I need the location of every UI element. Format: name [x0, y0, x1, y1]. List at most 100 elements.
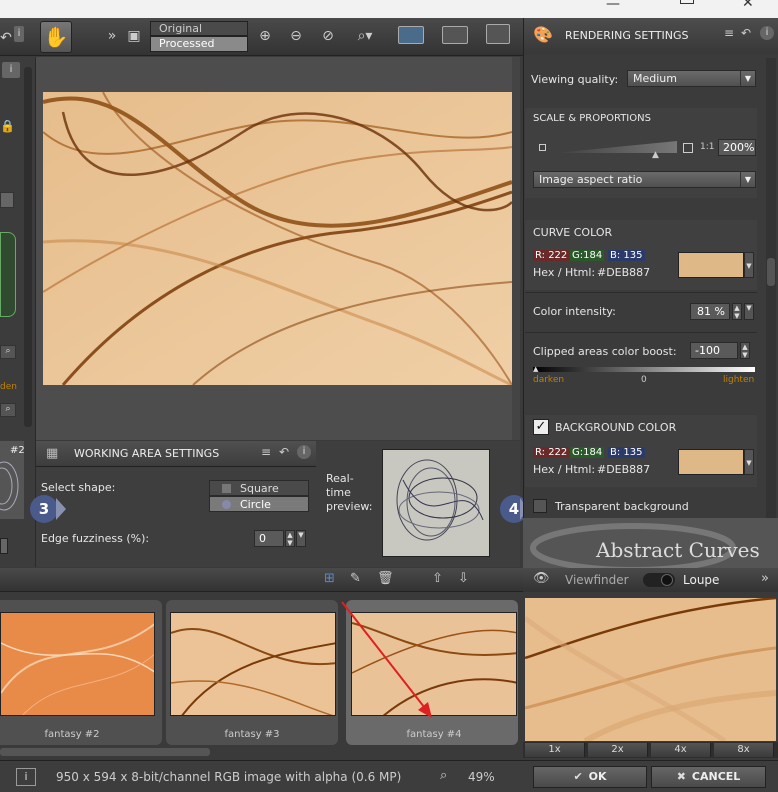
- clip-mid-label: 0: [641, 375, 647, 385]
- rendering-reset-icon[interactable]: ↶: [741, 26, 751, 40]
- curve-color-dropdown[interactable]: ▼: [744, 252, 754, 278]
- clip-min-label: darken: [533, 375, 565, 385]
- fullscreen-icon[interactable]: [442, 26, 468, 44]
- window-titlebar: — ✕: [0, 0, 778, 18]
- fuzziness-dropdown[interactable]: ▼: [296, 530, 306, 547]
- transparent-checkbox[interactable]: [533, 499, 547, 513]
- palette-icon: 🎨: [533, 25, 553, 44]
- image-icon[interactable]: ▣: [122, 24, 146, 48]
- zoom-in-icon[interactable]: ⊕: [253, 24, 277, 48]
- download-icon[interactable]: ⇩: [458, 571, 469, 586]
- bg-r-value: R: 222: [533, 447, 570, 458]
- curve-color-swatch[interactable]: [678, 252, 744, 278]
- left-info-icon[interactable]: i: [2, 62, 20, 78]
- rendering-scrollbar[interactable]: [766, 58, 776, 518]
- working-info-icon[interactable]: i: [297, 445, 311, 459]
- clip-field[interactable]: -100: [690, 342, 738, 359]
- zoom-menu-icon[interactable]: ⌕▾: [350, 24, 380, 48]
- more-tools-icon[interactable]: »: [100, 24, 124, 48]
- viewfinder-label[interactable]: Viewfinder: [565, 573, 629, 587]
- clip-stepper[interactable]: ▲ ▼: [740, 342, 750, 359]
- step-badge-3: 3: [30, 495, 58, 523]
- viewfinder-image[interactable]: [525, 598, 776, 741]
- reset-icon[interactable]: ↶: [279, 445, 289, 459]
- zoom-4x-button[interactable]: 4x: [651, 743, 711, 757]
- viewing-quality-label: Viewing quality:: [531, 73, 619, 86]
- menu-icon[interactable]: ≡: [261, 445, 271, 459]
- bg-color-checkbox[interactable]: ✓: [533, 419, 549, 435]
- preset-thumb-image[interactable]: [170, 612, 336, 716]
- viewfinder-more[interactable]: »: [761, 571, 769, 586]
- zoom-icon: ⌕: [440, 768, 448, 783]
- viewfinder-toggle[interactable]: [643, 573, 675, 587]
- info-icon[interactable]: i: [14, 26, 24, 42]
- zoom-8x-button[interactable]: 8x: [714, 743, 774, 757]
- fuzziness-stepper[interactable]: ▲ ▼: [285, 530, 295, 547]
- zoom-1x-button[interactable]: 1x: [525, 743, 585, 757]
- scale-ratio-label: 1:1: [700, 142, 715, 152]
- bg-color-swatch[interactable]: [678, 449, 744, 475]
- zoom-2x-button[interactable]: 2x: [588, 743, 648, 757]
- preset-label: fantasy #3: [224, 729, 280, 740]
- upload-icon[interactable]: ⇧: [432, 571, 443, 586]
- preset-thumb-image[interactable]: [0, 612, 155, 716]
- zoom-reset-icon[interactable]: ⊘: [316, 24, 340, 48]
- view-original-button[interactable]: Original: [150, 21, 248, 36]
- green-curve-thumb[interactable]: [0, 232, 16, 317]
- intensity-field[interactable]: 81 %: [690, 303, 730, 320]
- close-window-icon[interactable]: ✕: [742, 0, 754, 11]
- fit-window-icon[interactable]: [398, 26, 424, 44]
- shape-label: Select shape:: [41, 481, 116, 494]
- cancel-button[interactable]: ✖ CANCEL: [651, 766, 766, 788]
- frame-icon[interactable]: [0, 192, 14, 208]
- rendering-title: RENDERING SETTINGS: [565, 29, 689, 42]
- minimize-icon[interactable]: —: [606, 0, 620, 12]
- bg-color-dropdown[interactable]: ▼: [744, 449, 754, 475]
- bg-g-value: G:184: [570, 447, 605, 458]
- edit-preset-icon[interactable]: ✎: [350, 571, 361, 586]
- viewing-quality-select[interactable]: Medium ▼: [627, 70, 756, 87]
- left-zoom-icon-2[interactable]: ⌕: [0, 403, 16, 417]
- intensity-stepper[interactable]: ▲ ▼: [732, 303, 742, 320]
- delete-preset-icon[interactable]: 🗑: [377, 571, 394, 586]
- shape-circle-option[interactable]: Circle: [209, 496, 309, 512]
- add-preset-icon[interactable]: ⊞: [324, 571, 335, 586]
- check-icon: ✔: [573, 770, 583, 783]
- separator: [525, 292, 757, 293]
- clip-slider-track[interactable]: [533, 367, 755, 372]
- left-stepper[interactable]: [0, 538, 8, 554]
- film-scrollbar[interactable]: [0, 748, 210, 756]
- left-zoom-icon[interactable]: ⌕: [0, 345, 16, 359]
- view-processed-button[interactable]: Processed: [150, 36, 248, 52]
- rendering-info-icon[interactable]: i: [760, 26, 774, 40]
- clip-slider-thumb[interactable]: ▲: [533, 365, 538, 373]
- abstract-curves-logo: Abstract Curves: [523, 518, 778, 568]
- loupe-label[interactable]: Loupe: [683, 573, 719, 587]
- preset-label: fantasy #4: [406, 729, 462, 740]
- canvas-scrollbar[interactable]: [512, 57, 520, 440]
- rendering-menu-icon[interactable]: ≡: [724, 26, 734, 40]
- curve-hex-label: Hex / Html:: [533, 266, 596, 279]
- preview-label: Real-time preview:: [326, 472, 373, 513]
- ok-button[interactable]: ✔ OK: [533, 766, 647, 788]
- scale-slider-thumb[interactable]: ▲: [652, 150, 659, 160]
- transparent-label[interactable]: Transparent background: [555, 500, 689, 513]
- left-shape-thumb[interactable]: #2: [0, 441, 24, 519]
- monitor-icon[interactable]: [486, 24, 510, 44]
- zoom-out-icon[interactable]: ⊖: [284, 24, 308, 48]
- left-scrollbar[interactable]: [24, 67, 32, 427]
- shape-square-option[interactable]: Square: [209, 480, 309, 496]
- status-info-icon[interactable]: i: [16, 768, 36, 786]
- lock-icon[interactable]: 🔒: [0, 119, 15, 137]
- intensity-dropdown[interactable]: ▼: [744, 303, 754, 320]
- fuzziness-input[interactable]: 0: [254, 530, 284, 547]
- hand-tool-icon[interactable]: ✋: [40, 21, 72, 53]
- scale-value-field[interactable]: 200%: [718, 139, 756, 156]
- maximize-icon[interactable]: [680, 0, 694, 4]
- aspect-ratio-select[interactable]: Image aspect ratio ▼: [533, 171, 756, 188]
- undo-icon[interactable]: ↶: [0, 26, 12, 50]
- film-toolbar: ⊞ ✎ 🗑 ⇧ ⇩: [0, 568, 523, 592]
- main-processed-image[interactable]: [43, 92, 512, 385]
- eye-icon: 👁: [533, 571, 550, 586]
- cancel-x-icon: ✖: [676, 770, 686, 783]
